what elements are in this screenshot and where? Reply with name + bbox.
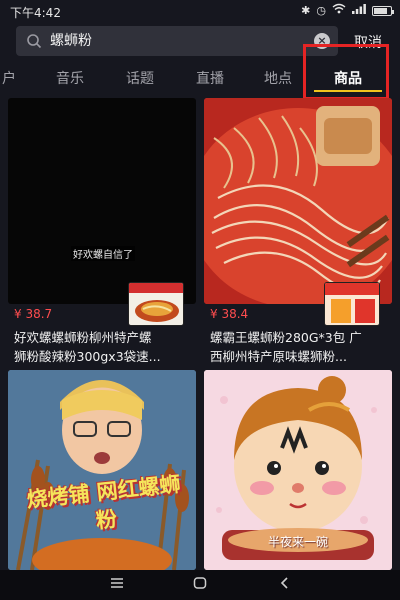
product-title-line2: 狮粉酸辣粉300gx3袋速... (14, 349, 161, 364)
product-card[interactable]: 半夜来一碗 (204, 370, 392, 570)
search-input[interactable] (50, 32, 290, 48)
back-icon[interactable] (278, 576, 292, 594)
tab-live[interactable]: 直播 (196, 68, 224, 88)
tab-topic[interactable]: 话题 (126, 68, 154, 88)
alarm-icon: ◷ (316, 3, 326, 17)
tab-music[interactable]: 音乐 (56, 68, 84, 88)
product-image: 半夜来一碗 (204, 370, 392, 570)
product-card[interactable]: 烧烤铺 网红螺蛳粉 (8, 370, 196, 570)
status-bar: 下午4:42 ✱ ◷ (0, 0, 400, 22)
system-nav-bar (0, 570, 400, 600)
product-title-line1: 好欢螺螺蛳粉柳州特产螺 (14, 330, 152, 345)
signal-icon (352, 3, 366, 18)
battery-icon (372, 5, 394, 16)
menu-icon[interactable] (110, 576, 124, 594)
product-title-line2: 西柳州特产原味螺狮粉... (210, 349, 347, 364)
product-overlay-text: 半夜来一碗 (267, 535, 328, 549)
tab-user[interactable]: 户 (2, 68, 16, 88)
search-icon (27, 34, 42, 49)
highlight-box (303, 44, 389, 100)
product-image (204, 98, 392, 304)
home-icon[interactable] (193, 576, 207, 594)
product-title-line1: 螺霸王螺蛳粉280G*3包 广 (210, 330, 362, 345)
wifi-icon (332, 3, 346, 18)
product-thumbnail (324, 282, 380, 326)
status-time: 下午4:42 (10, 6, 61, 20)
product-image: 烧烤铺 网红螺蛳粉 (8, 370, 196, 570)
video-caption: 好欢螺自信了 (71, 246, 135, 261)
product-thumbnail (128, 282, 184, 326)
status-icons: ✱ ◷ (301, 3, 394, 18)
product-card[interactable]: 好欢螺自信了 ¥ 38.7 好欢螺螺蛳粉柳州特产螺 狮粉酸辣粉300gx3袋速.… (8, 98, 196, 368)
search-box[interactable]: × (16, 26, 338, 56)
product-image: 好欢螺自信了 (8, 98, 196, 304)
product-price: ¥ 38.4 (210, 307, 249, 321)
tab-location[interactable]: 地点 (264, 68, 292, 88)
product-price: ¥ 38.7 (14, 307, 53, 321)
bluetooth-icon: ✱ (301, 3, 311, 17)
product-card[interactable]: ¥ 38.4 螺霸王螺蛳粉280G*3包 广 西柳州特产原味螺狮粉... (204, 98, 392, 368)
